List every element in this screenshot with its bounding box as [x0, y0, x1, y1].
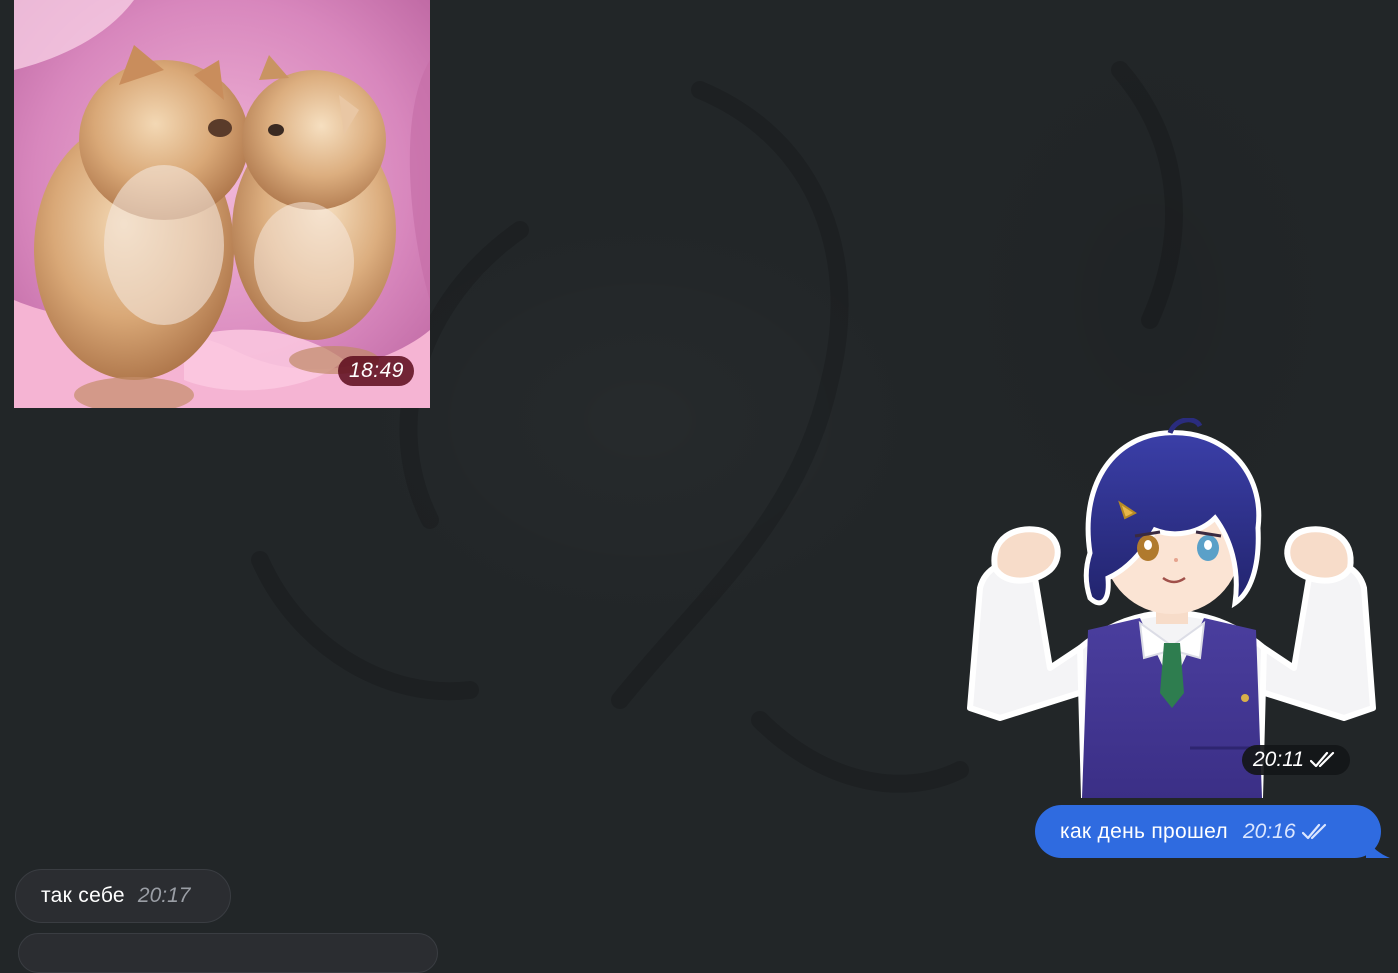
- double-check-icon: [1310, 751, 1335, 768]
- double-check-icon: [1301, 823, 1326, 839]
- sticker-time-text: 20:11: [1253, 748, 1304, 771]
- outgoing-message-time: 20:16: [1242, 819, 1296, 843]
- incoming-message-time: 20:17: [137, 884, 191, 907]
- sticker-message[interactable]: 20:11: [960, 418, 1385, 798]
- video-message[interactable]: 18:49: [14, 0, 430, 408]
- anime-sticker: [967, 418, 1376, 798]
- outgoing-message-bubble[interactable]: как день прошел 20:16: [1035, 805, 1390, 858]
- incoming-message-bubble-partial[interactable]: [18, 933, 438, 973]
- outgoing-message-meta: 20:16: [1243, 820, 1332, 844]
- sticker-timestamp: 20:11: [1242, 745, 1350, 775]
- outgoing-message-text: как день прошел: [1060, 819, 1228, 843]
- incoming-message-bubble[interactable]: так себе 20:17: [15, 869, 231, 923]
- bubble-tail: [1366, 838, 1390, 858]
- video-timestamp: 18:49: [337, 356, 414, 386]
- kittens-video-thumbnail: [14, 0, 430, 408]
- incoming-message-text: так себе: [41, 884, 125, 907]
